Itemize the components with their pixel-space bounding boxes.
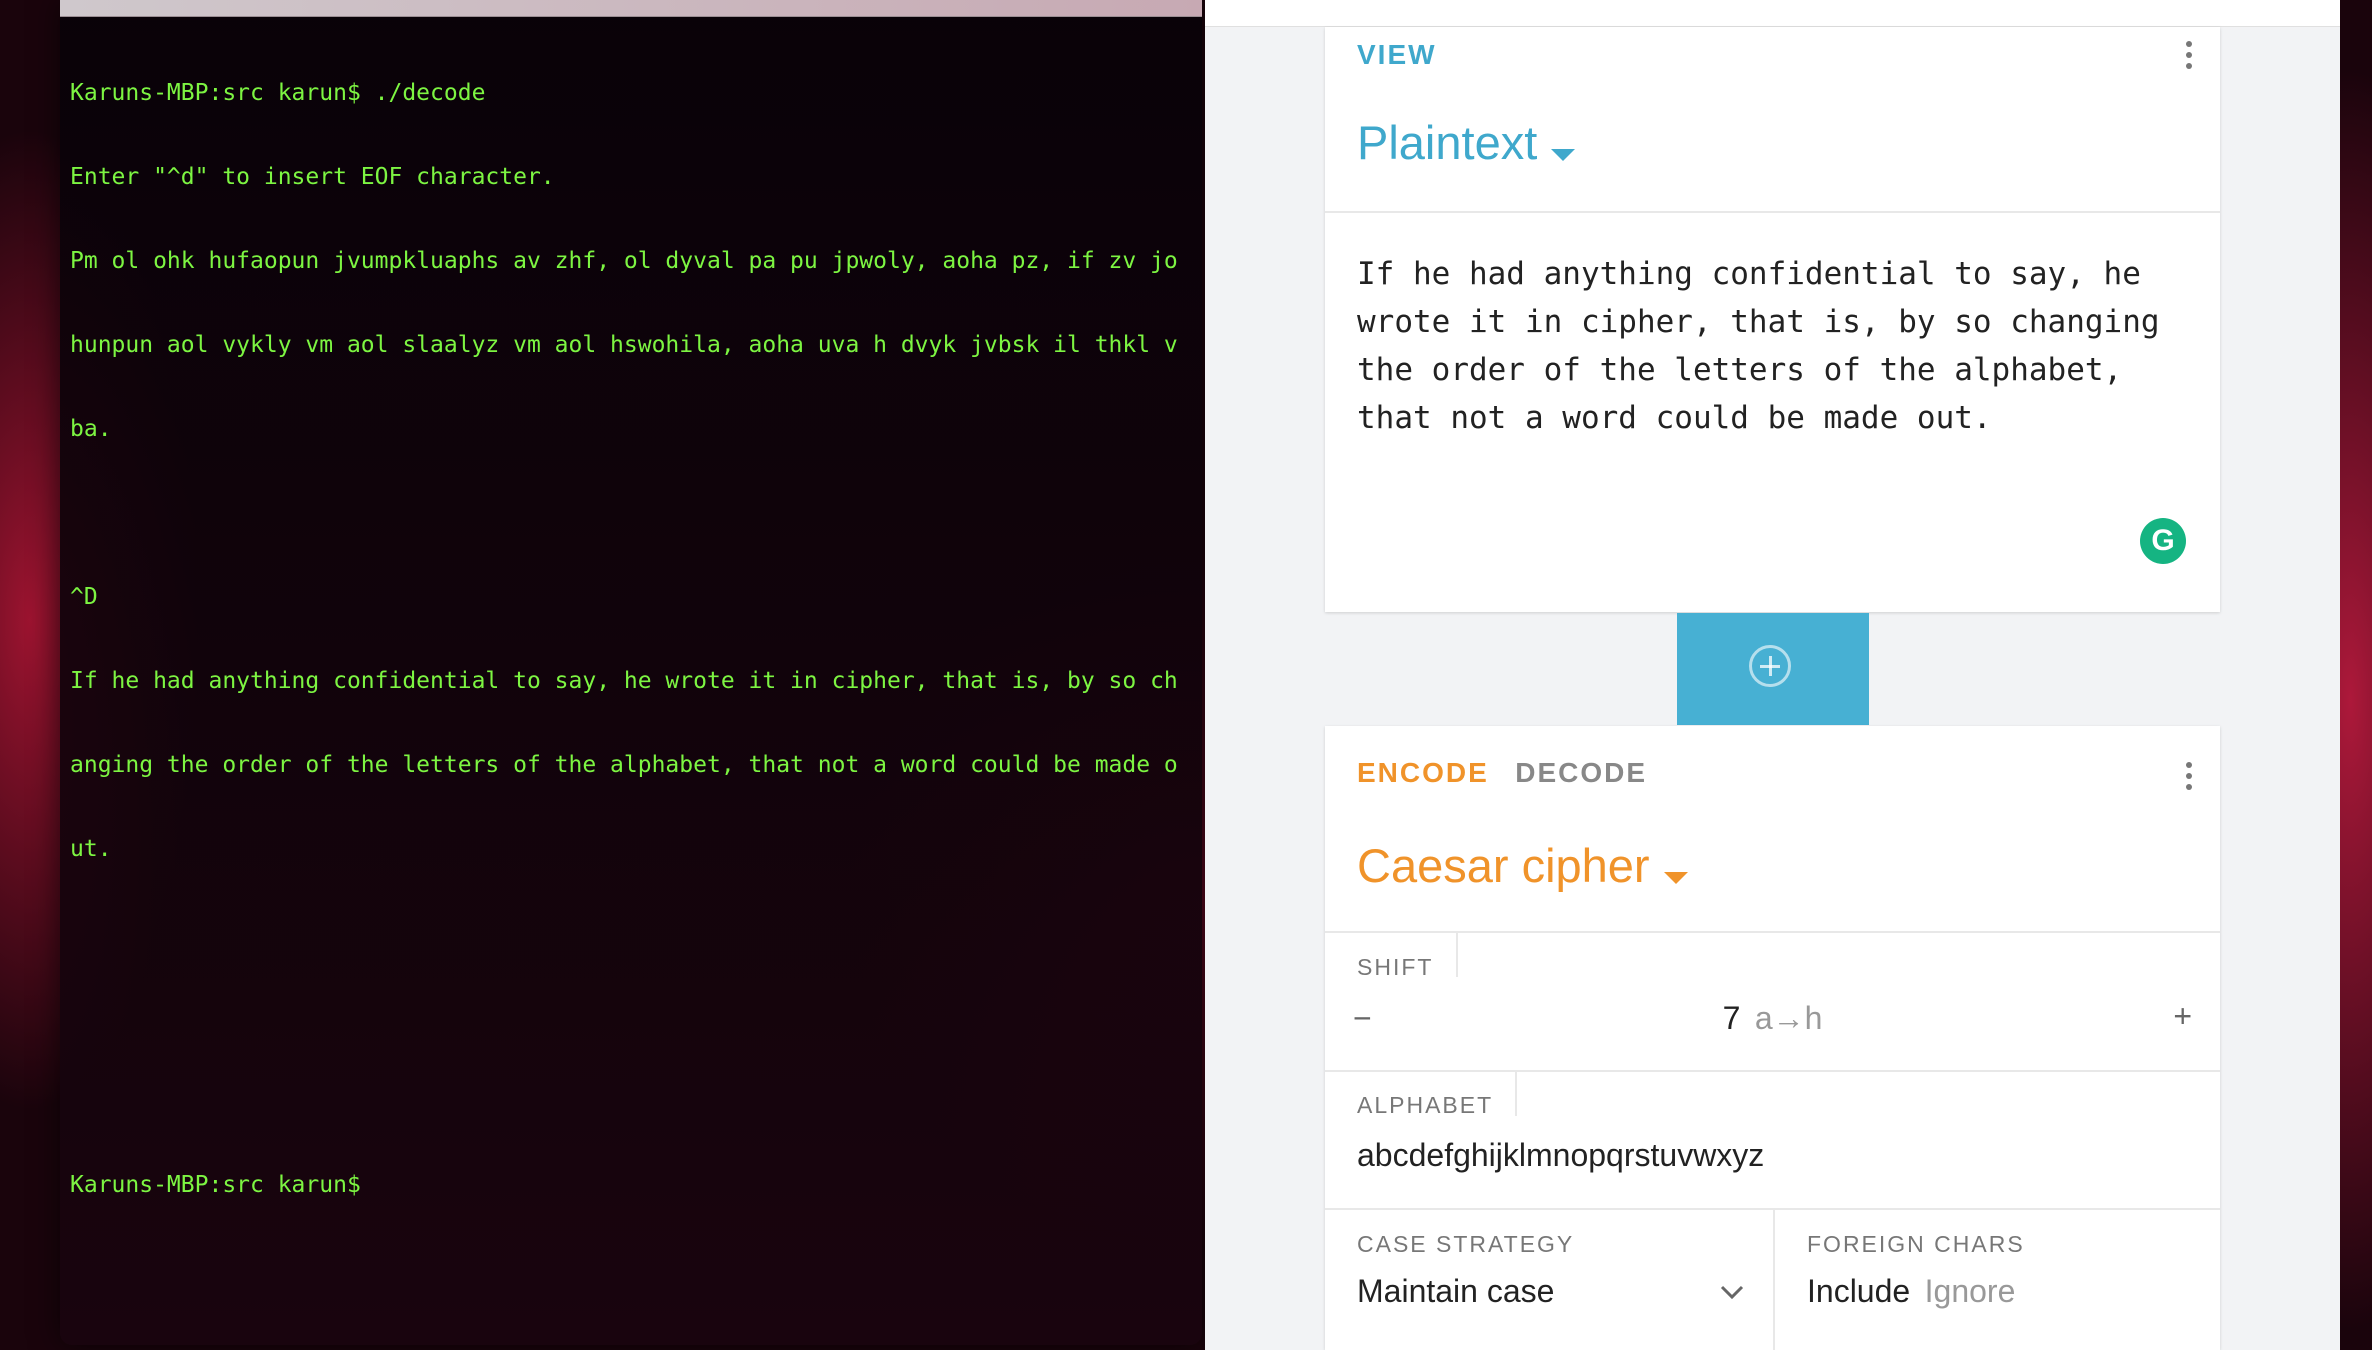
format-select[interactable]: Plaintext: [1357, 115, 1576, 170]
terminal-line: Karuns-MBP:src karun$ ./decode: [70, 80, 486, 106]
foreign-chars-label: FOREIGN CHARS: [1807, 1231, 2025, 1257]
divider: [1325, 1070, 2220, 1072]
foreign-chars-ignore[interactable]: Ignore: [1925, 1273, 2016, 1309]
foreign-chars-toggle: Include Ignore: [1807, 1273, 2015, 1310]
terminal-line: Pm ol ohk hufaopun jvumpkluaphs av zhf, …: [70, 248, 1178, 274]
shift-increment-button[interactable]: +: [2173, 998, 2192, 1035]
more-vert-icon[interactable]: [2186, 41, 2192, 74]
terminal-line: If he had anything confidential to say, …: [70, 668, 1178, 694]
terminal-line: Enter "^d" to insert EOF character.: [70, 164, 555, 190]
shift-mapping: a→h: [1754, 1000, 1823, 1036]
browser-window: VIEW Plaintext If he had anything confid…: [1205, 0, 2340, 1350]
divider: [1515, 1072, 1517, 1116]
foreign-chars-include[interactable]: Include: [1807, 1273, 1910, 1309]
view-card: VIEW Plaintext If he had anything confid…: [1325, 27, 2220, 612]
divider: [1325, 931, 2220, 933]
caret-down-icon: [1663, 871, 1688, 884]
plus-circle-icon: [1749, 645, 1791, 687]
format-label: Plaintext: [1357, 116, 1538, 169]
cipher-name: Caesar cipher: [1357, 839, 1650, 892]
chevron-down-icon: [1720, 1285, 1744, 1300]
add-operation-button[interactable]: [1677, 613, 1869, 725]
cipher-select[interactable]: Caesar cipher: [1357, 838, 1688, 893]
terminal-prompt: Karuns-MBP:src karun$: [70, 1172, 361, 1198]
tab-encode[interactable]: ENCODE: [1357, 757, 1489, 788]
alphabet-label: ALPHABET: [1357, 1092, 1494, 1118]
tab-decode[interactable]: DECODE: [1515, 757, 1647, 788]
view-label: VIEW: [1357, 39, 1437, 70]
terminal-titlebar[interactable]: [60, 0, 1202, 17]
terminal-window[interactable]: Karuns-MBP:src karun$ ./decode Enter "^d…: [60, 0, 1202, 1345]
more-vert-icon[interactable]: [2186, 762, 2192, 795]
terminal-line: hunpun aol vykly vm aol slaalyz vm aol h…: [70, 332, 1178, 358]
shift-value[interactable]: 7: [1723, 1000, 1741, 1036]
browser-toolbar: [1205, 0, 2340, 27]
shift-label: SHIFT: [1357, 954, 1434, 980]
case-strategy-select[interactable]: Maintain case: [1357, 1273, 1757, 1310]
terminal-line: anging the order of the letters of the a…: [70, 752, 1178, 778]
grammarly-icon[interactable]: G: [2140, 518, 2186, 564]
terminal-output[interactable]: Karuns-MBP:src karun$ ./decode Enter "^d…: [60, 17, 1202, 1255]
divider: [1456, 933, 1458, 977]
divider: [1325, 211, 2220, 213]
mode-tabs: ENCODE DECODE: [1357, 757, 1647, 789]
caret-down-icon: [1551, 148, 1576, 161]
shift-value-group: 7 a→h: [1325, 1000, 2220, 1037]
terminal-line: ^D: [70, 584, 98, 610]
terminal-line: ut.: [70, 836, 112, 862]
alphabet-input[interactable]: abcdefghijklmnopqrstuvwxyz: [1357, 1137, 1764, 1174]
plaintext-output[interactable]: If he had anything confidential to say, …: [1357, 250, 2197, 442]
case-strategy-label: CASE STRATEGY: [1357, 1231, 1575, 1257]
terminal-line: ba.: [70, 416, 112, 442]
cipher-card: ENCODE DECODE Caesar cipher SHIFT − 7 a→…: [1325, 726, 2220, 1350]
case-strategy-value: Maintain case: [1357, 1273, 1555, 1309]
divider: [1773, 1210, 1775, 1350]
